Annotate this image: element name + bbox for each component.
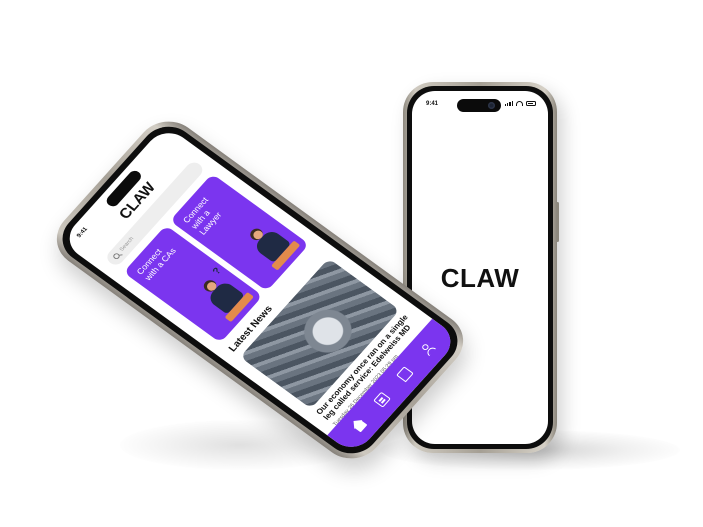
profile-icon[interactable] bbox=[419, 341, 437, 357]
home-icon[interactable] bbox=[350, 417, 368, 433]
dynamic-island bbox=[457, 99, 501, 112]
mockup-scene: 9:41 CLAW 9:41 CLAW Search Connect with … bbox=[0, 0, 703, 527]
card-label: Connect with a CAs bbox=[134, 245, 178, 283]
battery-icon bbox=[526, 101, 536, 106]
wifi-icon bbox=[516, 101, 523, 106]
person-with-laptop-illustration: ? bbox=[194, 266, 254, 323]
phone-right-screen: 9:41 CLAW bbox=[412, 91, 548, 444]
card-label: Connect with a Lawyer bbox=[180, 195, 224, 237]
phone-right-bezel: 9:41 CLAW bbox=[407, 86, 553, 449]
status-time: 9:41 bbox=[76, 226, 90, 240]
search-icon bbox=[112, 252, 121, 261]
splash-logo: CLAW bbox=[440, 263, 520, 293]
side-button bbox=[556, 202, 559, 242]
search-placeholder: Search bbox=[118, 236, 136, 253]
document-icon[interactable] bbox=[373, 391, 391, 408]
signal-icon bbox=[504, 101, 513, 106]
phone-right: 9:41 CLAW bbox=[403, 82, 559, 453]
chat-icon[interactable] bbox=[396, 366, 414, 383]
person-at-desk-illustration bbox=[240, 218, 301, 271]
camera-icon bbox=[488, 102, 495, 109]
status-time: 9:41 bbox=[426, 101, 439, 107]
status-icons bbox=[504, 101, 536, 106]
phone-left-screen: 9:41 CLAW Search Connect with a CAs ? Co… bbox=[60, 124, 460, 456]
